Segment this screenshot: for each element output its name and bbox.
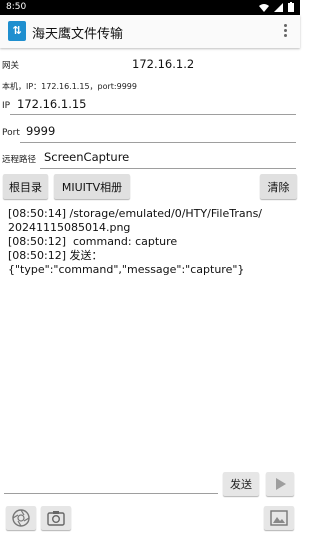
battery-icon — [288, 2, 294, 12]
play-button[interactable] — [266, 472, 294, 496]
wifi-icon — [259, 3, 269, 12]
status-bar: 8:50 — [0, 0, 300, 15]
port-input[interactable]: 9999 — [26, 124, 55, 138]
log-area: [08:50:14] /storage/emulated/0/HTY/FileT… — [8, 207, 292, 277]
send-button[interactable]: 发送 — [223, 472, 259, 496]
remote-path-underline — [40, 168, 296, 169]
message-input[interactable] — [4, 473, 218, 494]
camera-icon — [47, 511, 65, 526]
port-input-underline — [20, 142, 296, 143]
aperture-button[interactable] — [6, 506, 36, 530]
app-logo-icon: ⇅ — [8, 21, 26, 41]
root-dir-button[interactable]: 根目录 — [3, 174, 48, 199]
gateway-value: 172.16.1.2 — [132, 57, 195, 71]
play-icon — [276, 478, 286, 490]
aperture-icon — [12, 509, 30, 527]
log-line: 20241115085014.png — [8, 221, 131, 234]
gallery-button[interactable] — [264, 506, 294, 530]
local-info: 本机，IP：172.16.1.15，port:9999 — [2, 82, 137, 91]
ip-input-underline — [10, 114, 296, 115]
image-icon — [270, 510, 288, 526]
log-line: [08:50:12] 发送： — [8, 249, 103, 262]
ip-input[interactable]: 172.16.1.15 — [17, 97, 87, 111]
status-time: 8:50 — [6, 2, 27, 12]
gateway-label: 网关 — [2, 61, 20, 71]
remote-path-label: 远程路径 — [2, 155, 37, 165]
log-line: {"type":"command","message":"capture"} — [8, 263, 245, 276]
signal-icon — [274, 2, 283, 12]
clear-button[interactable]: 清除 — [260, 174, 297, 199]
log-line: [08:50:12] command: capture — [8, 235, 178, 248]
log-line: [08:50:14] /storage/emulated/0/HTY/FileT… — [8, 207, 263, 220]
overflow-menu-icon[interactable] — [280, 23, 290, 39]
camera-button[interactable] — [41, 506, 71, 530]
miuitv-album-button[interactable]: MIUITV相册 — [54, 174, 130, 199]
remote-path-input[interactable]: ScreenCapture — [44, 150, 129, 164]
ip-label: IP — [2, 101, 11, 111]
status-icons — [259, 2, 294, 12]
app-title: 海天鹰文件传输 — [32, 27, 124, 42]
port-label: Port — [2, 128, 20, 138]
app-bar: ⇅ 海天鹰文件传输 — [0, 15, 300, 48]
